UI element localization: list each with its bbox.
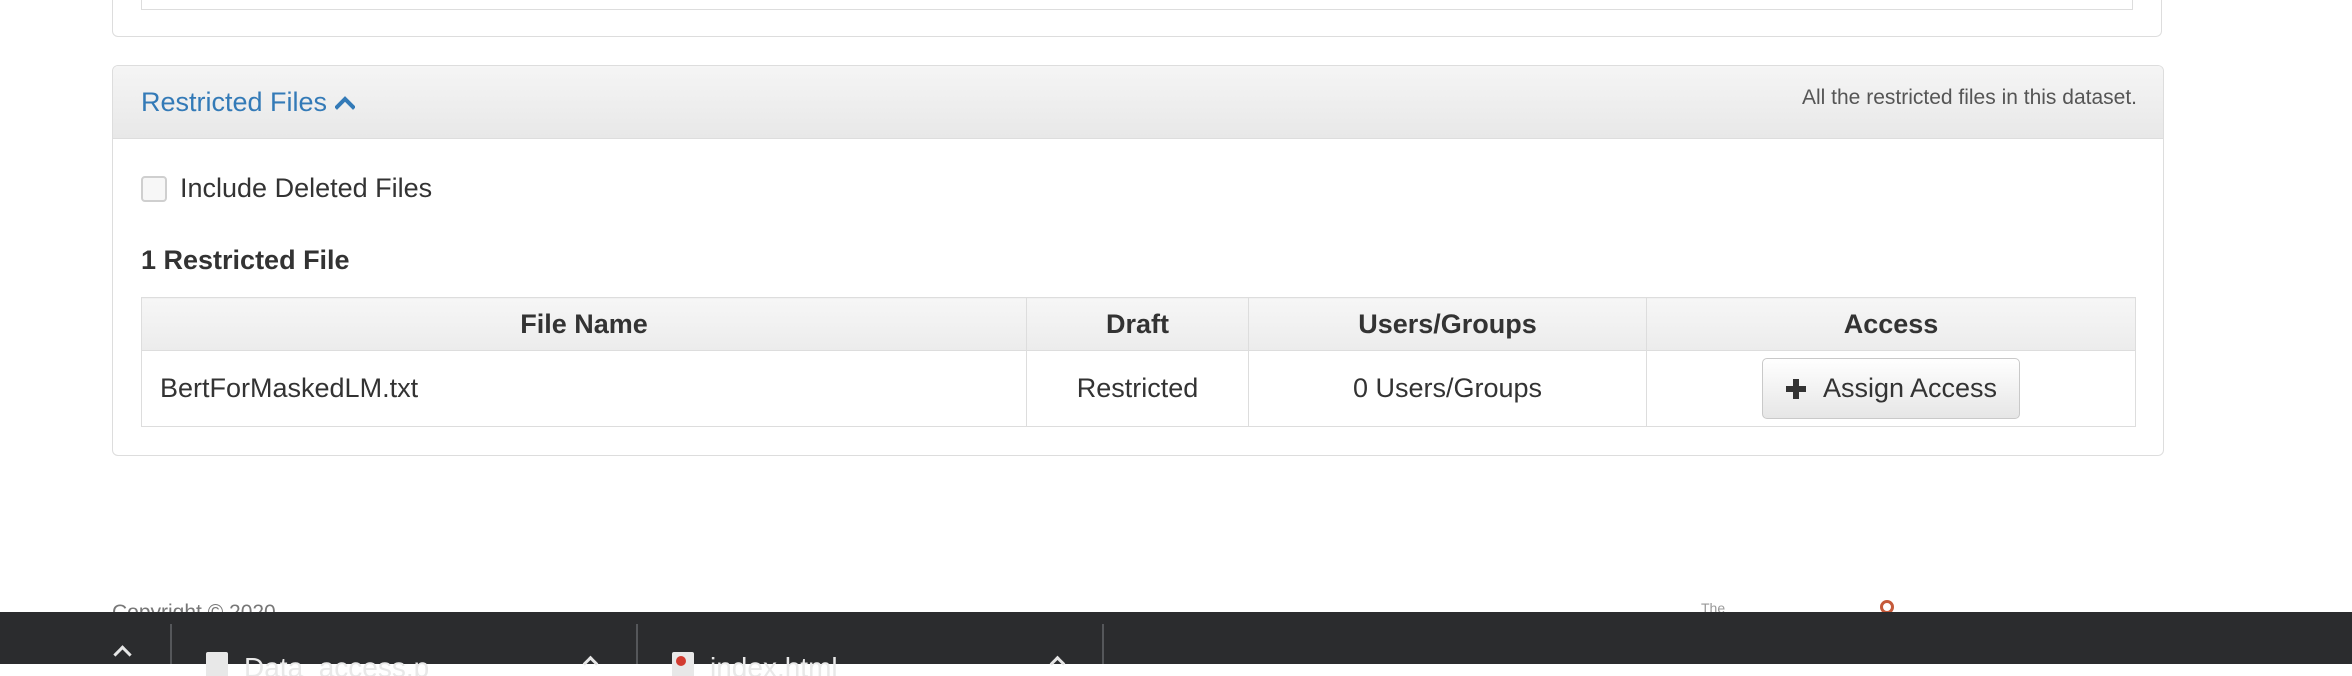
include-deleted-files-label[interactable]: Include Deleted Files (180, 173, 432, 204)
download-bar-separator (636, 624, 638, 664)
assign-access-label: Assign Access (1822, 373, 1998, 403)
download-bar: Data_access.p index.html (0, 612, 2352, 676)
draft-cell: Restricted (1026, 350, 1249, 427)
document-icon (206, 652, 228, 676)
restricted-files-toggle[interactable]: Restricted Files (141, 87, 356, 118)
table-row: BertForMaskedLM.txt Restricted 0 Users/G… (141, 350, 2136, 427)
pdf-icon (672, 652, 694, 676)
access-cell: Assign Access (1646, 350, 2136, 427)
restricted-files-title[interactable]: Restricted Files (141, 87, 327, 118)
download-bar-separator (1102, 624, 1104, 664)
previous-panel (112, 0, 2162, 37)
restricted-files-panel-heading: Restricted Files All the restricted file… (113, 66, 2163, 139)
restricted-files-description: All the restricted files in this dataset… (1802, 86, 2137, 109)
download-item-label[interactable]: Data_access.p (244, 652, 429, 676)
restricted-file-count: 1 Restricted File (141, 245, 350, 275)
restricted-files-table: File Name Draft Users/Groups Access Bert… (141, 297, 2136, 427)
users-groups-cell: 0 Users/Groups (1248, 350, 1647, 427)
download-item-1[interactable]: Data_access.p (206, 652, 429, 676)
chevron-up-icon[interactable] (335, 93, 356, 113)
column-header-draft: Draft (1026, 297, 1249, 351)
include-deleted-files-row[interactable]: Include Deleted Files (141, 173, 432, 204)
download-item-label[interactable]: index.html (710, 652, 838, 676)
chevron-up-icon[interactable] (113, 645, 132, 664)
previous-panel-table (141, 0, 2133, 10)
plus-icon (1785, 378, 1806, 399)
download-bar-separator (170, 624, 172, 664)
column-header-file-name: File Name (141, 297, 1027, 351)
column-header-users-groups: Users/Groups (1248, 297, 1647, 351)
table-header-row: File Name Draft Users/Groups Access (141, 297, 2136, 351)
assign-access-button[interactable]: Assign Access (1761, 358, 2021, 419)
include-deleted-files-checkbox[interactable] (141, 175, 167, 202)
restricted-files-panel: Restricted Files All the restricted file… (112, 65, 2164, 456)
file-name-cell: BertForMaskedLM.txt (141, 350, 1027, 427)
download-item-2[interactable]: index.html (672, 652, 838, 676)
column-header-access: Access (1646, 297, 2136, 351)
